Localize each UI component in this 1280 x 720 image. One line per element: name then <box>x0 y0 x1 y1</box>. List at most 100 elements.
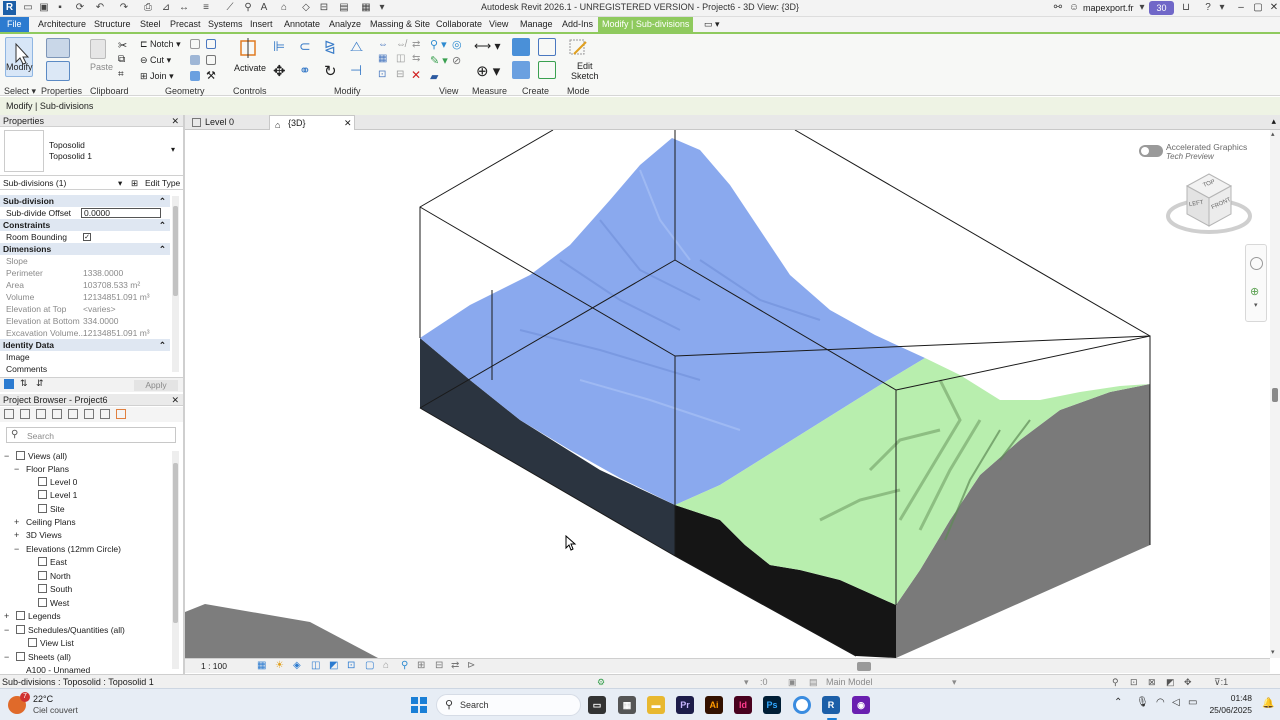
sun-path-icon[interactable]: ◈ <box>293 660 301 671</box>
help-icon[interactable]: ? <box>1202 2 1214 14</box>
viewport-vertical-scrollbar[interactable]: ▴ ▾ <box>1270 130 1280 658</box>
tree-west[interactable]: West <box>38 597 69 609</box>
3d-viewport[interactable]: Accelerated Graphics Tech Preview TOP LE… <box>185 130 1270 658</box>
tree-3d-views[interactable]: 3D Views <box>26 529 62 541</box>
apply-button[interactable]: Apply <box>134 380 178 391</box>
tree-east[interactable]: East <box>38 556 67 568</box>
tree-legends[interactable]: Legends <box>16 610 61 622</box>
properties-scrollbar[interactable] <box>172 196 179 372</box>
crop-view-icon[interactable]: ⊡ <box>347 660 355 671</box>
accelerated-graphics-toggle[interactable] <box>1139 145 1163 157</box>
file-explorer-icon[interactable]: ▬ <box>647 696 665 714</box>
microphone-icon[interactable]: 🎙 <box>1136 697 1149 708</box>
split-gap-icon[interactable]: ⇎ <box>396 39 406 50</box>
subdivide-offset-input[interactable]: 0.0000 <box>81 208 161 218</box>
close-button[interactable]: ✕ <box>1264 1 1280 15</box>
selector-dropdown-icon[interactable]: ▾ <box>118 177 122 190</box>
cut-button[interactable]: ⊖ Cut ▾ <box>140 55 171 66</box>
split-icon[interactable]: ⇔ <box>378 39 388 50</box>
tab-massing-site[interactable]: Massing & Site <box>366 17 434 32</box>
tab-insert[interactable]: Insert <box>246 17 277 32</box>
revit-taskbar-icon[interactable]: R <box>822 696 840 714</box>
weather-temp[interactable]: 22°C <box>33 694 53 704</box>
tree-sheet-a100[interactable]: A100 - Unnamed <box>26 664 90 673</box>
tab-structure[interactable]: Structure <box>90 17 135 32</box>
detail-level-icon[interactable]: ▦ <box>257 660 266 671</box>
volume-icon[interactable]: ◁ <box>1172 697 1180 708</box>
panel-select-label[interactable]: Select ▾ <box>4 86 36 97</box>
tree-ceiling-plans[interactable]: Ceiling Plans <box>26 516 76 528</box>
view-tab-level-0[interactable]: Level 0 <box>187 115 267 130</box>
properties-icon[interactable] <box>46 61 70 81</box>
browser-tool3-icon[interactable] <box>36 409 46 419</box>
tab-systems[interactable]: Systems <box>204 17 247 32</box>
notification-badge[interactable]: 30 <box>1149 1 1174 15</box>
status-select-underlay-icon[interactable]: ⊡ <box>1130 675 1138 689</box>
shadows-icon[interactable]: ◫ <box>311 660 320 671</box>
view-tab-close-icon[interactable]: ✕ <box>344 116 352 131</box>
analytical-icon[interactable]: ⇄ <box>451 660 459 671</box>
cart-icon[interactable]: ⊔ <box>1180 2 1192 14</box>
task-view-icon[interactable]: ▭ <box>588 696 606 714</box>
match-properties-icon[interactable]: ⌗ <box>118 69 124 80</box>
zoom-dropdown-icon[interactable]: ▾ <box>1254 301 1258 309</box>
geometry-tool3-icon[interactable] <box>190 55 200 65</box>
tree-level-0[interactable]: Level 0 <box>38 476 77 488</box>
view-tab-3d[interactable]: ⌂ {3D} ✕ <box>269 115 355 130</box>
browser-tool8-icon[interactable] <box>116 409 126 419</box>
terrain-model[interactable] <box>185 130 1270 658</box>
browser-tool5-icon[interactable] <box>68 409 78 419</box>
create-assembly-icon[interactable] <box>512 38 530 56</box>
edit-type-button[interactable]: Edit Type <box>145 177 180 190</box>
browser-tool4-icon[interactable] <box>52 409 62 419</box>
prop-comments[interactable]: Comments <box>0 363 170 375</box>
chevron-down-icon[interactable]: ▾ <box>171 145 175 154</box>
tab-precast[interactable]: Precast <box>166 17 205 32</box>
status-worksets-icon[interactable]: ⚙ <box>597 675 605 689</box>
zoom-region-icon[interactable]: ⊕ <box>1250 285 1259 298</box>
tab-annotate[interactable]: Annotate <box>280 17 324 32</box>
user-name[interactable]: mapexport.fr <box>1083 3 1134 13</box>
collapse-icon[interactable]: − <box>4 651 9 663</box>
status-design-options-icon[interactable]: ▣ <box>788 675 797 689</box>
close-icon[interactable]: ✕ <box>171 115 179 127</box>
premiere-icon[interactable]: Pr <box>676 696 694 714</box>
type-selector[interactable]: Toposolid Toposolid 1 ▾ <box>0 128 183 176</box>
tab-add-ins[interactable]: Add-Ins <box>558 17 597 32</box>
modify-extra2-icon[interactable]: ⇆ <box>412 53 420 64</box>
section-constraints[interactable]: Constraints ⌃ <box>0 219 170 231</box>
visual-style-icon[interactable]: ☀ <box>275 660 284 671</box>
dimension-tool-icon[interactable]: ⊕ ▾ <box>476 62 500 80</box>
scissors-icon[interactable]: ✂ <box>118 39 127 52</box>
expand-icon[interactable]: + <box>4 610 9 622</box>
status-select-links-icon[interactable]: ⚲ <box>1112 675 1119 689</box>
browser-close-icon[interactable]: ✕ <box>171 394 179 406</box>
move-icon[interactable]: ✥ <box>273 62 286 80</box>
demolish-icon[interactable]: ⚒ <box>206 69 216 82</box>
join-button[interactable]: ⊞ Join ▾ <box>140 71 174 82</box>
view-tool2-icon[interactable]: ⊘ <box>452 54 461 67</box>
unpin-icon[interactable]: ⊟ <box>396 69 404 80</box>
taskbar-search[interactable]: ⚲ Search <box>436 694 581 716</box>
measure-between-icon[interactable]: ⟷ ▾ <box>474 39 501 53</box>
show-crop-icon[interactable]: ▢ <box>365 660 374 671</box>
tab-manage[interactable]: Manage <box>516 17 557 32</box>
geometry-tool2-icon[interactable] <box>206 39 216 49</box>
tree-schedules[interactable]: Schedules/Quantities (all) <box>16 624 125 636</box>
collapse-icon[interactable]: − <box>14 543 19 555</box>
chrome-icon[interactable] <box>793 696 811 714</box>
collapse-icon[interactable]: − <box>4 450 9 462</box>
geometry-tool4-icon[interactable] <box>206 55 216 65</box>
status-select-pinned-icon[interactable]: ⊠ <box>1148 675 1156 689</box>
geometry-tool5-icon[interactable] <box>190 71 200 81</box>
worksharing-icon[interactable]: ⊟ <box>435 660 443 671</box>
collapse-icon[interactable]: − <box>4 624 9 636</box>
weather-desc[interactable]: Ciel couvert <box>33 705 78 715</box>
status-dropdown-icon[interactable]: ▾ <box>744 675 749 689</box>
view-scale[interactable]: 1 : 100 <box>201 661 227 671</box>
temp-hide-icon[interactable]: ⚲ <box>401 660 408 671</box>
browser-tool6-icon[interactable] <box>84 409 94 419</box>
edit-sketch-icon[interactable] <box>568 38 588 58</box>
horizontal-scroll-thumb[interactable] <box>857 662 871 671</box>
mirror-axis-icon[interactable]: ⧎ <box>324 38 336 55</box>
